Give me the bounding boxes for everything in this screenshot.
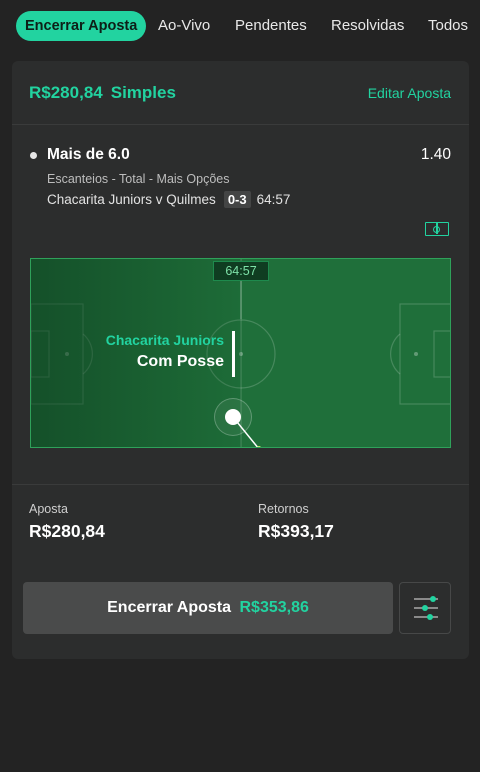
bet-stake-amount: R$280,84 (29, 83, 103, 102)
stake-value: R$280,84 (29, 521, 105, 541)
match-clock: 64:57 (213, 261, 269, 281)
cashout-label: Encerrar Aposta (107, 599, 232, 616)
tab-pendentes[interactable]: Pendentes (235, 11, 307, 41)
selection-odds: 1.40 (420, 146, 451, 163)
selection-market: Escanteios - Total - Mais Opções (47, 172, 230, 186)
returns-value: R$393,17 (258, 521, 334, 541)
bet-card-header: R$280,84 Simples Editar Aposta (12, 61, 469, 125)
pitch-view-icon[interactable] (425, 222, 449, 236)
match-time: 64:57 (256, 192, 291, 207)
tab-ao-vivo[interactable]: Ao-Vivo (158, 11, 210, 41)
tab-todos[interactable]: Todos (428, 11, 468, 41)
returns-label: Retornos (258, 502, 309, 516)
tab-encerrar-aposta[interactable]: Encerrar Aposta (16, 11, 147, 41)
bet-type: Simples (110, 83, 176, 102)
bet-card: R$280,84 Simples Editar Aposta Mais de 6.… (12, 61, 469, 659)
bet-title: R$280,84 Simples (29, 83, 184, 103)
possession-marker (232, 331, 235, 377)
summary-divider (12, 484, 469, 485)
tab-resolvidas[interactable]: Resolvidas (331, 11, 404, 41)
live-pitch: 64:57 Chacarita Juniors Com Posse (30, 258, 451, 448)
selection-match: Chacarita Juniors v Quilmes 0-3 64:57 (47, 191, 290, 208)
possession-status: Com Posse (136, 353, 224, 370)
selection-name: Mais de 6.0 (47, 146, 130, 163)
cashout-settings-button[interactable] (399, 582, 451, 634)
match-teams: Chacarita Juniors v Quilmes (47, 192, 216, 207)
match-score: 0-3 (223, 191, 251, 208)
cashout-amount: R$353,86 (239, 599, 309, 616)
edit-bet-link[interactable]: Editar Aposta (368, 85, 451, 101)
stake-label: Aposta (29, 502, 68, 516)
possession-team: Chacarita Juniors (105, 332, 224, 348)
cashout-button[interactable]: Encerrar Aposta R$353,86 (23, 582, 393, 634)
selection-bullet-icon (30, 152, 37, 159)
bet-status-tabs: Encerrar Aposta Ao-Vivo Pendentes Resolv… (0, 0, 480, 52)
ball-icon (225, 409, 241, 425)
